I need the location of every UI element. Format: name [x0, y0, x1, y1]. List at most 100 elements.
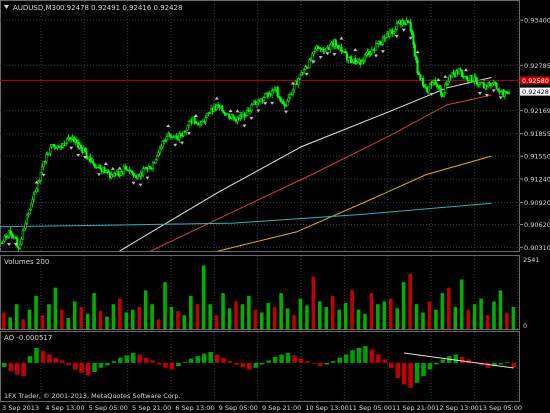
candle-body: [79, 144, 83, 149]
volume-bar: [27, 309, 32, 329]
ao-bar: [40, 351, 46, 363]
candle-body: [470, 75, 473, 82]
candle-body: [474, 76, 477, 80]
candle-body: [444, 84, 447, 93]
candle-body: [395, 23, 398, 30]
ao-bar: [150, 360, 155, 363]
ao-bar: [92, 362, 97, 372]
ao-bar: [298, 358, 304, 363]
volume-bar: [447, 287, 451, 329]
candle-body: [64, 143, 67, 146]
volume-bar: [498, 290, 503, 329]
candle-body: [495, 83, 498, 89]
ao-bar: [272, 357, 278, 363]
volume-bar: [492, 301, 496, 329]
candle-body: [89, 156, 92, 162]
volume-bar: [53, 287, 58, 329]
volume-bar: [14, 304, 19, 329]
candle-body: [491, 82, 494, 87]
volume-bar: [356, 309, 361, 329]
candle-body: [374, 42, 378, 51]
candle-body: [460, 69, 463, 78]
volume-bar: [272, 306, 277, 329]
ao-bar: [169, 362, 175, 370]
candle-body: [276, 86, 279, 97]
candle-body: [158, 148, 161, 154]
ao-bar: [98, 362, 104, 368]
candle-body: [434, 80, 437, 85]
price-tick-label: 0.92169: [524, 107, 550, 115]
candle-body: [422, 78, 425, 87]
candle-body: [107, 170, 110, 174]
volume-bar: [201, 265, 206, 329]
candle-body: [427, 86, 430, 93]
volume-axis-zero: 0: [523, 322, 527, 330]
candle-body: [228, 113, 231, 119]
candle-body: [215, 105, 218, 110]
ao-bar: [176, 362, 181, 367]
volume-bar: [150, 304, 154, 329]
chart-background: [0, 0, 550, 413]
candle-body: [10, 232, 13, 236]
ao-bar: [363, 346, 368, 363]
volume-bar: [47, 304, 51, 329]
candle-body: [161, 141, 164, 148]
ao-bar: [208, 352, 213, 363]
price-tick-label: 0.91855: [524, 130, 550, 138]
volume-bar: [247, 295, 251, 329]
volume-bar: [137, 306, 141, 329]
candle-body: [361, 61, 364, 65]
resistance-price-label: 0.92580: [522, 77, 549, 85]
candle-body: [205, 113, 209, 118]
candle-body: [41, 166, 44, 173]
volume-bar: [472, 304, 477, 329]
candle-body: [117, 170, 120, 176]
candle-body: [314, 48, 317, 52]
candle-body: [193, 116, 196, 122]
volume-bar: [176, 311, 180, 329]
volume-bar: [401, 282, 406, 329]
trading-chart[interactable]: AUDUSD,M30 0.92478 0.92491 0.92416 0.924…: [0, 0, 550, 413]
ao-bar: [401, 362, 407, 385]
candle-body: [297, 78, 300, 85]
candle-body: [160, 146, 163, 149]
volume-bar: [111, 304, 116, 329]
price-tick-label: 0.90310: [524, 244, 550, 252]
candle-body: [394, 29, 397, 33]
candle-body: [168, 133, 171, 137]
candle-body: [496, 88, 499, 91]
candle-body: [154, 159, 157, 164]
time-tick-label: 11 Sep 21:00: [392, 404, 435, 412]
candle-body: [124, 166, 127, 169]
candle-body: [199, 122, 202, 126]
time-tick-label: 10 Sep 13:00: [305, 404, 348, 412]
volume-bar: [92, 293, 96, 329]
volume-bar: [511, 306, 516, 329]
ao-bar: [260, 362, 265, 365]
current-price-label: 0.92428: [522, 88, 549, 96]
current-price-tag: 0.92428: [520, 87, 550, 96]
header-symbol: AUDUSD,M30: [13, 4, 60, 12]
candle-body: [221, 105, 224, 112]
candle-body: [9, 230, 12, 233]
volume-bar: [163, 282, 167, 329]
candle-body: [262, 97, 265, 101]
ao-bar: [311, 362, 317, 364]
volume-bar: [234, 301, 238, 329]
candle-body: [308, 59, 311, 68]
volume-bar: [169, 306, 174, 329]
candle-body: [255, 102, 258, 106]
ao-bar: [376, 354, 381, 363]
candle-body: [25, 214, 28, 224]
volume-bar: [208, 304, 212, 329]
volume-bar: [408, 273, 412, 329]
volume-label: Volumes 200: [4, 258, 49, 266]
volume-bar: [227, 308, 232, 329]
candle-body: [31, 199, 34, 205]
volume-bar: [292, 315, 296, 329]
volume-bar: [189, 295, 193, 329]
ao-bar: [440, 359, 446, 363]
candle-body: [412, 34, 415, 45]
volume-bar: [221, 293, 225, 329]
volume-bar: [421, 312, 425, 329]
